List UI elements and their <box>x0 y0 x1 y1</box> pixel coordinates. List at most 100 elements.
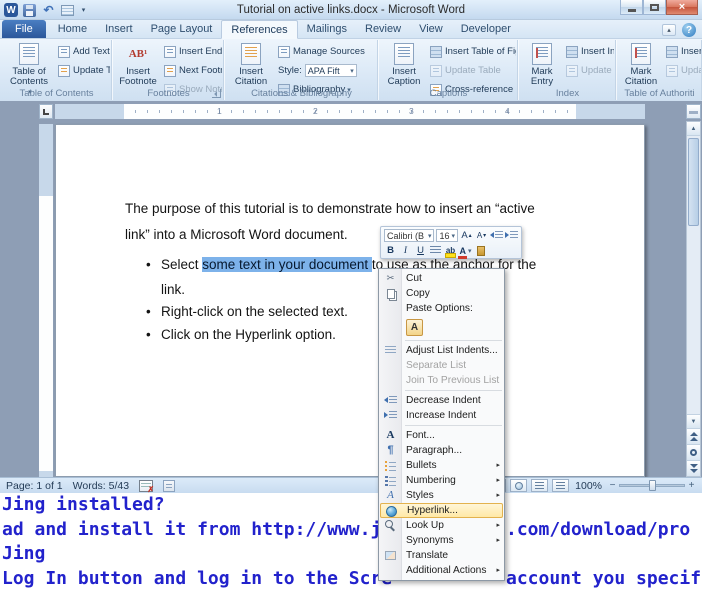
group-label-index: Index <box>555 88 580 99</box>
footnotes-dialog-launcher-icon[interactable] <box>212 89 221 98</box>
ribbon: Table of Contents ▾ Add Text▾ Update Tab… <box>0 39 702 101</box>
draft-view-button[interactable] <box>552 479 570 492</box>
zoom-slider-thumb[interactable] <box>649 480 656 491</box>
tab-mailings[interactable]: Mailings <box>298 20 356 38</box>
list-indents-icon <box>385 346 396 355</box>
menu-item-cut[interactable]: ✂ Cut <box>379 271 504 286</box>
menu-item-translate[interactable]: Translate <box>379 548 504 563</box>
menu-item-synonyms[interactable]: Synonyms ▸ <box>379 533 504 548</box>
format-painter-button[interactable] <box>474 244 487 257</box>
scroll-down-arrow-icon[interactable]: ▼ <box>687 414 700 428</box>
decrease-indent-button[interactable] <box>490 229 503 242</box>
menu-item-additional-actions[interactable]: Additional Actions ▸ <box>379 563 504 578</box>
insert-table-of-figures-button[interactable]: Insert Table of Figures <box>428 43 516 60</box>
citation-style-combo[interactable]: APA Fift ▾ <box>304 64 357 77</box>
next-footnote-button[interactable]: Next Footnote▾ <box>162 62 222 79</box>
font-name-combo[interactable]: Calibri (B ▾ <box>384 229 435 242</box>
close-button[interactable]: × <box>666 0 698 15</box>
tab-file[interactable]: File <box>2 20 46 38</box>
shrink-font-button[interactable]: A ▾ <box>475 229 488 242</box>
zoom-in-icon[interactable]: + <box>687 480 696 491</box>
horizontal-ruler[interactable]: 1 2 3 4 <box>55 104 645 119</box>
update-table-button[interactable]: Update Table <box>428 62 516 79</box>
selected-text[interactable]: some text in your document <box>202 257 372 272</box>
mark-citation-button[interactable]: Mark Citation <box>620 42 662 87</box>
zoom-slider[interactable]: − + <box>608 480 696 491</box>
zoom-out-icon[interactable]: − <box>608 480 617 491</box>
tab-references[interactable]: References <box>221 20 298 39</box>
tab-view[interactable]: View <box>410 20 452 38</box>
paste-keep-text-only-button[interactable]: A <box>406 318 423 336</box>
menu-item-increase-indent[interactable]: Increase Indent <box>379 408 504 423</box>
bullet-line-continuation: link. <box>161 282 186 297</box>
ruler-toggle-button[interactable] <box>686 104 701 119</box>
web-layout-view-button[interactable] <box>510 479 528 492</box>
menu-item-paragraph[interactable]: ¶ Paragraph... <box>379 443 504 458</box>
menu-item-decrease-indent[interactable]: Decrease Indent <box>379 393 504 408</box>
menu-item-bullets[interactable]: Bullets ▸ <box>379 458 504 473</box>
tab-review[interactable]: Review <box>356 20 410 38</box>
outline-view-button[interactable] <box>531 479 549 492</box>
page-indicator[interactable]: Page: 1 of 1 <box>6 480 63 492</box>
underline-button[interactable]: U <box>414 244 427 257</box>
insert-table-of-authorities-button[interactable]: Insert Table of <box>664 43 701 60</box>
vertical-ruler[interactable] <box>39 124 53 477</box>
document-page[interactable]: The purpose of this tutorial is to demon… <box>55 124 645 477</box>
insert-citation-button[interactable]: Insert Citation <box>228 42 274 87</box>
menu-item-look-up[interactable]: Look Up ▸ <box>379 518 504 533</box>
add-text-button[interactable]: Add Text▾ <box>56 43 110 60</box>
previous-page-button[interactable] <box>687 428 700 444</box>
proofing-error-icon[interactable]: ✗ <box>139 479 154 494</box>
scroll-up-arrow-icon[interactable]: ▲ <box>687 122 700 136</box>
menu-item-hyperlink[interactable]: Hyperlink... <box>380 503 503 518</box>
manage-sources-button[interactable]: Manage Sources <box>276 43 376 60</box>
collapse-ribbon-icon[interactable]: ▴ <box>662 24 676 36</box>
menu-item-copy[interactable]: Copy <box>379 286 504 301</box>
grow-font-button[interactable]: A ▴ <box>460 229 473 242</box>
word-window: W ↶ ▾ Tutorial on active links.docx - Mi… <box>0 0 702 494</box>
next-page-button[interactable] <box>687 460 700 476</box>
insert-caption-button[interactable]: Insert Caption <box>382 42 426 87</box>
titlebar[interactable]: W ↶ ▾ Tutorial on active links.docx - Mi… <box>0 0 702 20</box>
increase-indent-button[interactable] <box>505 229 518 242</box>
minimize-button[interactable] <box>620 0 643 15</box>
menu-item-numbering[interactable]: Numbering ▸ <box>379 473 504 488</box>
insert-footnote-button[interactable]: AB¹ Insert Footnote <box>116 42 160 87</box>
zoom-slider-track[interactable] <box>619 480 685 491</box>
italic-button[interactable]: I <box>399 244 412 257</box>
font-color-button[interactable]: A ▾ <box>458 244 472 259</box>
zoom-level[interactable]: 100% <box>575 480 602 492</box>
mark-entry-button[interactable]: Mark Entry <box>522 42 562 87</box>
menu-item-font[interactable]: A Font... <box>379 428 504 443</box>
tab-home[interactable]: Home <box>49 20 96 38</box>
update-table-button[interactable]: Update Table <box>664 62 701 79</box>
insert-index-button[interactable]: Insert Index <box>564 43 614 60</box>
menu-item-separate-list[interactable]: Separate List <box>379 358 504 373</box>
word-count[interactable]: Words: 5/43 <box>73 480 129 492</box>
menu-item-join-to-previous-list[interactable]: Join To Previous List <box>379 373 504 388</box>
font-size-combo[interactable]: 16 ▾ <box>436 229 458 242</box>
hyperlink-icon <box>386 506 397 517</box>
menu-item-adjust-list-indents[interactable]: Adjust List Indents... <box>379 343 504 358</box>
update-table-icon <box>58 64 70 77</box>
scrollbar-thumb[interactable] <box>688 138 699 226</box>
tab-page-layout[interactable]: Page Layout <box>142 20 222 38</box>
update-index-button[interactable]: Update Index <box>564 62 614 79</box>
help-icon[interactable]: ? <box>682 23 696 37</box>
tab-stop-selector[interactable] <box>39 104 53 119</box>
table-of-contents-button[interactable]: Table of Contents ▾ <box>4 42 54 96</box>
highlight-color-button[interactable]: ab <box>444 244 457 258</box>
insert-endnote-button[interactable]: Insert Endnote <box>162 43 222 60</box>
tab-insert[interactable]: Insert <box>96 20 142 38</box>
bold-button[interactable]: B <box>384 244 397 257</box>
maximize-button[interactable] <box>643 0 666 15</box>
tab-developer[interactable]: Developer <box>452 20 520 38</box>
center-align-button[interactable] <box>429 244 442 257</box>
window-controls: × <box>620 0 698 15</box>
macro-record-icon[interactable] <box>163 479 176 492</box>
menu-item-styles[interactable]: A Styles ▸ <box>379 488 504 503</box>
select-browse-object-button[interactable] <box>687 444 700 460</box>
update-table-button[interactable]: Update Table <box>56 62 110 79</box>
numbering-icon <box>385 475 396 486</box>
vertical-scrollbar[interactable]: ▲ ▼ <box>686 121 701 477</box>
